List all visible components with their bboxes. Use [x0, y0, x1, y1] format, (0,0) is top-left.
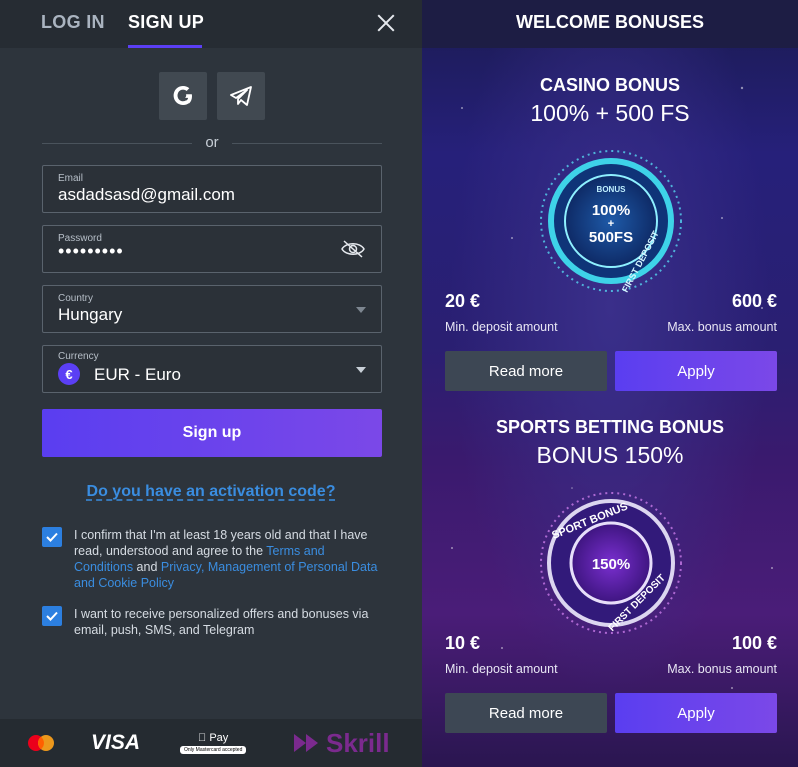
currency-select[interactable]: Currency € EUR - Euro: [42, 345, 382, 393]
google-icon: [173, 86, 192, 105]
country-select[interactable]: Country Hungary: [42, 285, 382, 333]
password-field[interactable]: Password •••••••••: [42, 225, 382, 273]
casino-min-amount: 20 €: [445, 291, 481, 311]
skrill-logo: Skrill: [292, 719, 390, 767]
sports-bonus-emblem: SPORT BONUS 150% FIRST DEPOSIT: [540, 492, 682, 634]
currency-value: EUR - Euro: [94, 365, 181, 384]
sports-min-label: Min. deposit amount: [445, 662, 558, 676]
sports-apply-button[interactable]: Apply: [615, 693, 777, 733]
casino-apply-button[interactable]: Apply: [615, 351, 777, 391]
telegram-icon: [230, 86, 252, 106]
sports-min-amount: 10 €: [445, 633, 481, 653]
casino-read-more-button[interactable]: Read more: [445, 351, 607, 391]
country-value: Hungary: [58, 305, 123, 324]
bonuses-header: WELCOME BONUSES: [422, 0, 798, 48]
casino-max-amount: 600 €: [731, 291, 777, 311]
sports-bonus-subtitle: BONUS 150%: [536, 442, 684, 468]
sports-max-label: Max. bonus amount: [667, 662, 777, 676]
email-label: Email: [58, 173, 84, 184]
mastercard-logo: [26, 719, 56, 767]
chevron-down-icon[interactable]: [356, 367, 366, 373]
svg-text:100%: 100%: [592, 202, 630, 219]
auth-panel: LOG IN SIGN UP or Email asdadsasd@gmail.…: [0, 0, 422, 767]
close-icon[interactable]: [372, 10, 400, 38]
eye-icon[interactable]: [341, 240, 365, 258]
signup-button[interactable]: Sign up: [42, 409, 382, 457]
sports-read-more-button[interactable]: Read more: [445, 693, 607, 733]
euro-icon: €: [58, 363, 80, 385]
payment-methods-bar: VISA  Pay Only Mastercard accepted Skri…: [0, 719, 422, 767]
checkmark-icon: [46, 611, 58, 621]
telegram-login-button[interactable]: [217, 72, 265, 120]
visa-logo: VISA: [91, 731, 141, 754]
svg-text:BONUS: BONUS: [597, 185, 627, 194]
chevron-down-icon[interactable]: [356, 307, 366, 313]
currency-label: Currency: [58, 351, 99, 362]
casino-bonus-emblem: BONUS 100% + 500FS FIRST DEPOSIT: [540, 150, 682, 294]
or-divider: or: [42, 134, 382, 152]
marketing-text: I want to receive personalized offers an…: [74, 607, 369, 637]
casino-min-label: Min. deposit amount: [445, 320, 558, 334]
email-input[interactable]: asdadsasd@gmail.com: [58, 185, 235, 205]
age-terms-text: I confirm that I'm at least 18 years old…: [74, 528, 378, 590]
svg-text:500FS: 500FS: [589, 229, 633, 246]
password-input[interactable]: •••••••••: [58, 241, 124, 262]
country-label: Country: [58, 293, 94, 304]
tab-login[interactable]: LOG IN: [41, 12, 105, 33]
active-tab-indicator: [128, 45, 202, 48]
checkmark-icon: [46, 532, 58, 542]
email-field[interactable]: Email asdadsasd@gmail.com: [42, 165, 382, 213]
casino-max-label: Max. bonus amount: [667, 320, 777, 334]
apple-pay-logo:  Pay Only Mastercard accepted: [180, 719, 247, 767]
tab-signup[interactable]: SIGN UP: [128, 12, 204, 33]
activation-code-link[interactable]: Do you have an activation code?: [0, 483, 422, 501]
sports-max-amount: 100 €: [731, 633, 777, 653]
casino-bonus-subtitle: 100% + 500 FS: [530, 100, 690, 126]
auth-tabs: LOG IN SIGN UP: [0, 0, 422, 48]
welcome-bonuses-panel: WELCOME BONUSES CASINO BONUS 100% + 500 …: [422, 0, 798, 767]
age-terms-checkbox[interactable]: [42, 527, 62, 547]
svg-text:150%: 150%: [592, 556, 630, 573]
sports-bonus-title: SPORTS BETTING BONUS: [495, 417, 724, 437]
casino-bonus-title: CASINO BONUS: [539, 75, 680, 95]
google-login-button[interactable]: [159, 72, 207, 120]
marketing-checkbox[interactable]: [42, 606, 62, 626]
